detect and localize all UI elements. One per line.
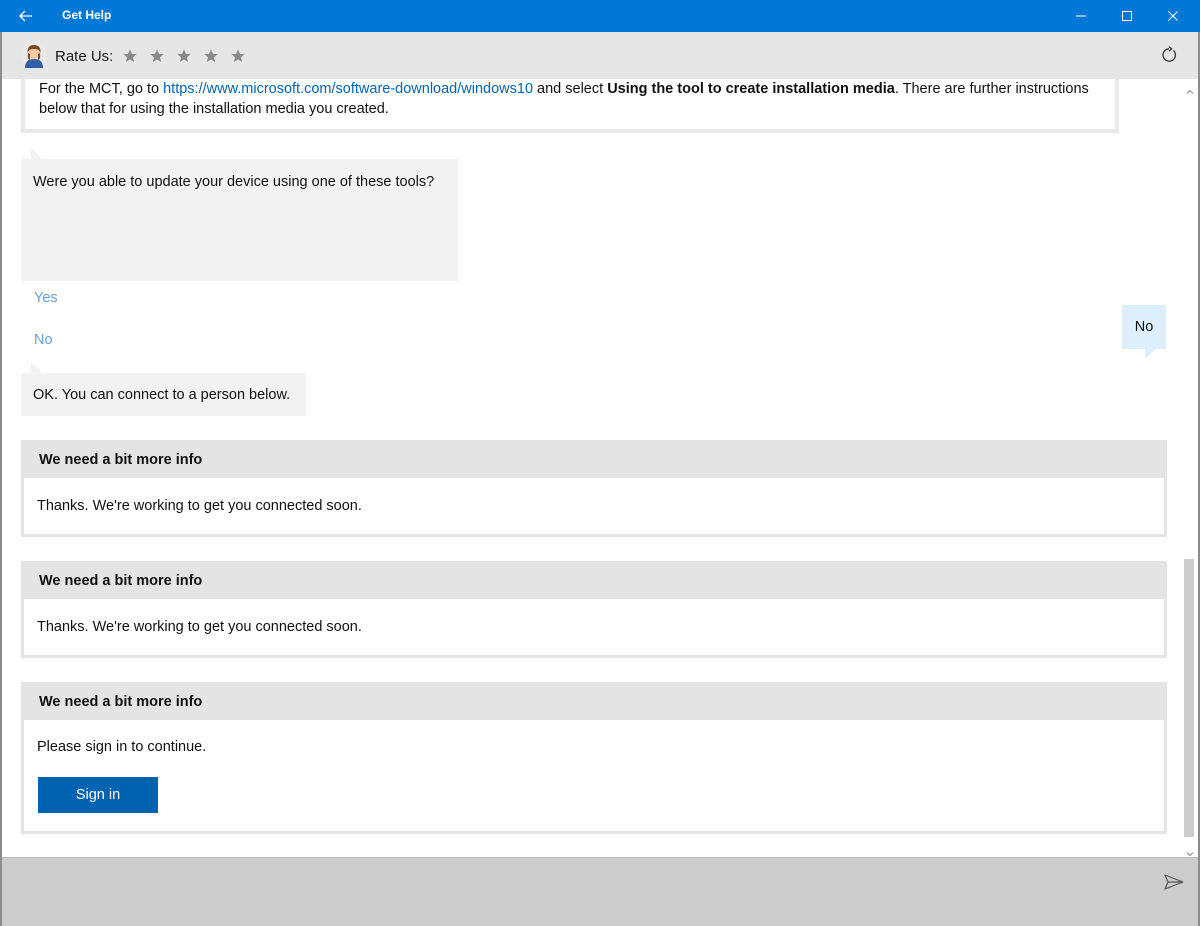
sign-in-card: We need a bit more info Please sign in t… (21, 682, 1167, 834)
message-input-area[interactable] (2, 857, 1198, 926)
star-1-icon[interactable] (118, 44, 142, 68)
star-4-icon[interactable] (199, 44, 223, 68)
minimize-icon[interactable] (1058, 0, 1104, 32)
back-arrow-icon[interactable] (14, 5, 38, 27)
rating-bar: Rate Us: (2, 32, 1198, 79)
info-card-body: Please sign in to continue. (37, 739, 207, 755)
chat-scrollbar[interactable] (1182, 79, 1198, 857)
info-card: We need a bit more info Thanks. We're wo… (21, 440, 1167, 537)
info-card-title: We need a bit more info (21, 682, 1167, 720)
info-card-title: We need a bit more info (21, 440, 1167, 478)
instruction-text: For the MCT, go to https://www.microsoft… (39, 79, 1101, 119)
sign-in-button[interactable]: Sign in (38, 777, 158, 813)
window-title: Get Help (62, 8, 112, 22)
star-rating (118, 44, 250, 68)
info-card: We need a bit more info Thanks. We're wo… (21, 561, 1167, 658)
answer-no-link[interactable]: No (34, 332, 53, 348)
question-text: Were you able to update your device usin… (33, 174, 435, 190)
instruction-middle: and select (533, 81, 608, 97)
scroll-down-icon[interactable] (1186, 845, 1194, 857)
rate-us-label: Rate Us: (55, 48, 114, 65)
instruction-bold: Using the tool to create installation me… (607, 81, 895, 97)
send-icon[interactable] (1162, 871, 1186, 893)
scrollbar-thumb[interactable] (1184, 559, 1194, 837)
refresh-icon[interactable] (1156, 42, 1182, 68)
avatar-icon (21, 42, 47, 68)
bot-reply-text: OK. You can connect to a person below. (33, 387, 291, 403)
close-icon[interactable] (1150, 0, 1196, 32)
scroll-up-icon[interactable] (1186, 83, 1194, 94)
instruction-card: For the MCT, go to https://www.microsoft… (21, 79, 1119, 133)
maximize-icon[interactable] (1104, 0, 1150, 32)
answer-yes-link[interactable]: Yes (34, 290, 58, 306)
info-card-body: Thanks. We're working to get you connect… (37, 498, 362, 514)
chat-transcript: For the MCT, go to https://www.microsoft… (2, 79, 1182, 857)
user-reply-bubble: No (1122, 305, 1166, 359)
user-reply-text: No (1134, 319, 1154, 335)
instruction-prefix: For the MCT, go to (39, 81, 164, 97)
info-card-body: Thanks. We're working to get you connect… (37, 619, 362, 635)
bot-reply-bubble: OK. You can connect to a person below. (21, 362, 306, 416)
download-link[interactable]: https://www.microsoft.com/software-downl… (163, 81, 533, 97)
info-card-title: We need a bit more info (21, 561, 1167, 599)
star-5-icon[interactable] (226, 44, 250, 68)
title-bar: Get Help (0, 0, 1200, 32)
bot-question-bubble: Were you able to update your device usin… (21, 148, 458, 348)
star-3-icon[interactable] (172, 44, 196, 68)
star-2-icon[interactable] (145, 44, 169, 68)
